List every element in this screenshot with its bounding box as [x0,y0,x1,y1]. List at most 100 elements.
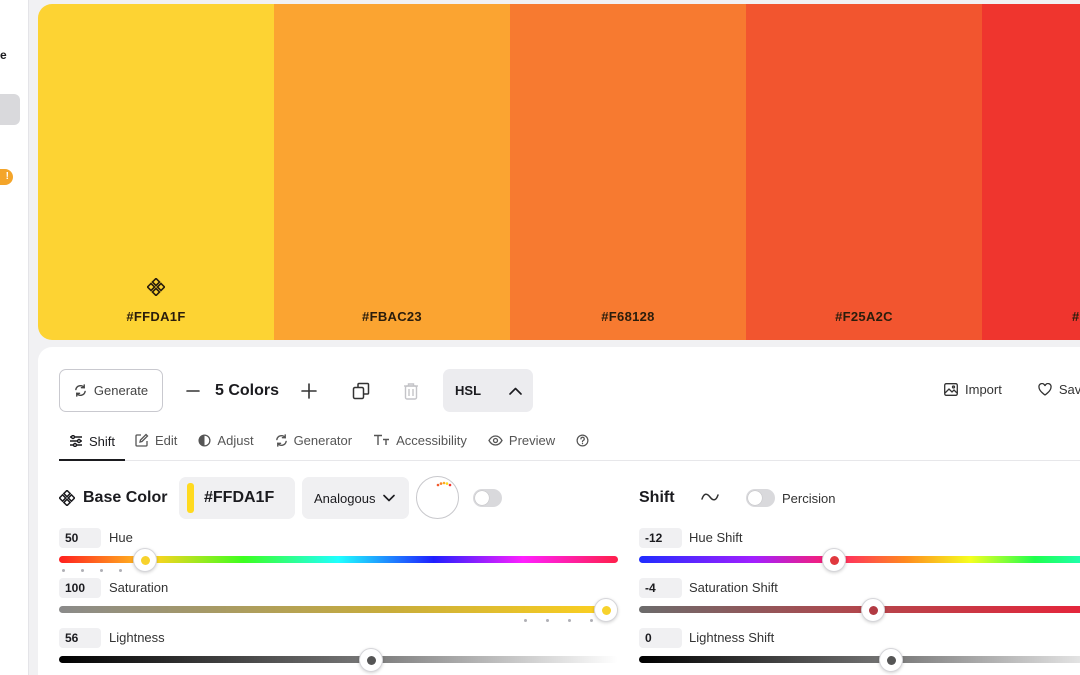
swatch-hex[interactable]: #F25A2C [746,309,982,324]
shift-heading: Shift [639,489,675,507]
heart-icon [1038,383,1052,396]
refresh-icon [275,433,287,447]
sidebar-badge: ! [0,169,13,185]
tab-generator[interactable]: Generator [275,423,353,461]
base-color-icon [147,278,165,296]
eye-icon [488,434,503,446]
base-color-title: Base Color [83,489,168,506]
hue-shift-slider-knob[interactable] [822,548,846,572]
percision-toggle[interactable] [746,489,775,507]
saturation-label: Saturation [109,580,169,595]
hue-value[interactable]: 50 [59,528,101,548]
hue-slider-knob[interactable] [133,548,157,572]
swatch-5[interactable]: #F [982,4,1080,340]
plus-icon [301,382,317,399]
lightness-shift-slider-track[interactable] [639,656,1080,663]
tab-accessibility[interactable]: Accessibility [373,423,467,461]
saturation-slider-track[interactable] [59,606,618,613]
harmony-label: Analogous [314,490,376,506]
saturation-shift-slider-knob[interactable] [861,598,885,622]
hue-tick-dots [62,569,122,572]
base-color-hex-input[interactable]: #FFDA1F [179,477,295,519]
generate-button[interactable]: Generate [59,369,163,412]
tab-label: Shift [89,433,116,449]
chevron-up-icon [509,387,522,395]
delete-button[interactable] [399,379,423,403]
sidebar-item-selected[interactable] [0,94,20,125]
tab-label: Edit [155,432,178,448]
help-button[interactable] [576,423,589,461]
lightness-shift-label: Lightness Shift [689,630,775,645]
help-icon [576,434,589,446]
saturation-tick-dots [524,619,593,622]
edit-icon [135,433,149,447]
tab-label: Preview [508,432,556,448]
lightness-slider-track[interactable] [59,656,618,663]
right-actions: Import Sav [944,382,1080,397]
chevron-down-icon [383,494,396,502]
palette: #FFDA1F #FBAC23 #F68128 #F25A2C #F [38,4,1080,340]
saturation-shift-label: Saturation Shift [689,580,778,595]
tab-label: Generator [293,432,353,448]
swatch-hex[interactable]: #FBAC23 [274,309,510,324]
decrease-colors-button[interactable] [181,379,205,403]
sidebar: e ! [0,0,29,675]
saturation-slider-knob[interactable] [594,598,618,622]
swatch-3[interactable]: #F68128 [510,4,746,340]
tab-edit[interactable]: Edit [135,423,177,461]
import-label: Import [965,382,1002,397]
tab-adjust[interactable]: Adjust [198,423,254,461]
swatch-2[interactable]: #FBAC23 [274,4,510,340]
lightness-value[interactable]: 56 [59,628,101,648]
wave-icon[interactable] [701,491,719,503]
tab-label: Accessibility [396,432,467,448]
refresh-icon [75,384,86,397]
saturation-shift-value[interactable]: -4 [639,578,682,598]
swatch-hex[interactable]: #F68128 [510,309,746,324]
text-size-icon [374,434,390,445]
tab-preview[interactable]: Preview [488,423,555,461]
image-icon [944,383,958,396]
saturation-shift-slider-track[interactable] [639,606,1080,613]
base-color-chip [187,483,194,513]
base-color-heading: Base Color [59,489,167,507]
swatch-1[interactable]: #FFDA1F [38,4,274,340]
generate-label: Generate [93,383,149,398]
control-panel: Generate 5 Colors HSL Import Sav Shift E… [38,347,1080,675]
swatch-4[interactable]: #F25A2C [746,4,982,340]
sliders-icon [70,435,82,447]
save-button[interactable]: Sav [1038,382,1080,397]
minus-icon [186,389,200,392]
color-wheel[interactable] [416,476,459,519]
base-color-toggle[interactable] [473,489,502,507]
percision-label: Percision [782,491,836,506]
sidebar-label-fragment: e [0,48,7,62]
hue-label: Hue [109,530,133,545]
tab-shift[interactable]: Shift [59,423,126,461]
lightness-slider-knob[interactable] [359,648,383,672]
color-mode-select[interactable]: HSL [443,369,534,412]
lightness-shift-value[interactable]: 0 [639,628,682,648]
trash-icon [404,382,419,400]
base-color-hex: #FFDA1F [204,489,275,506]
saturation-value[interactable]: 100 [59,578,101,598]
lightness-label: Lightness [109,630,165,645]
duplicate-button[interactable] [349,379,373,403]
harmony-select[interactable]: Analogous [302,477,409,519]
base-color-icon [59,490,75,506]
lightness-shift-slider-knob[interactable] [879,648,903,672]
hue-shift-label: Hue Shift [689,530,743,545]
toolbar: Generate 5 Colors HSL [59,369,534,412]
color-mode-label: HSL [455,383,482,398]
import-button[interactable]: Import [944,382,1002,397]
hue-shift-value[interactable]: -12 [639,528,682,548]
swatch-hex[interactable]: #F [982,309,1080,324]
shift-title: Shift [639,489,675,506]
increase-colors-button[interactable] [297,379,321,403]
contrast-icon [198,433,211,447]
color-count: 5 Colors [215,381,280,399]
tab-label: Adjust [217,432,254,448]
tab-bar: Shift Edit Adjust Generator Accessibilit… [59,423,1080,461]
hue-shift-slider-track[interactable] [639,556,1080,563]
swatch-hex[interactable]: #FFDA1F [38,309,274,324]
